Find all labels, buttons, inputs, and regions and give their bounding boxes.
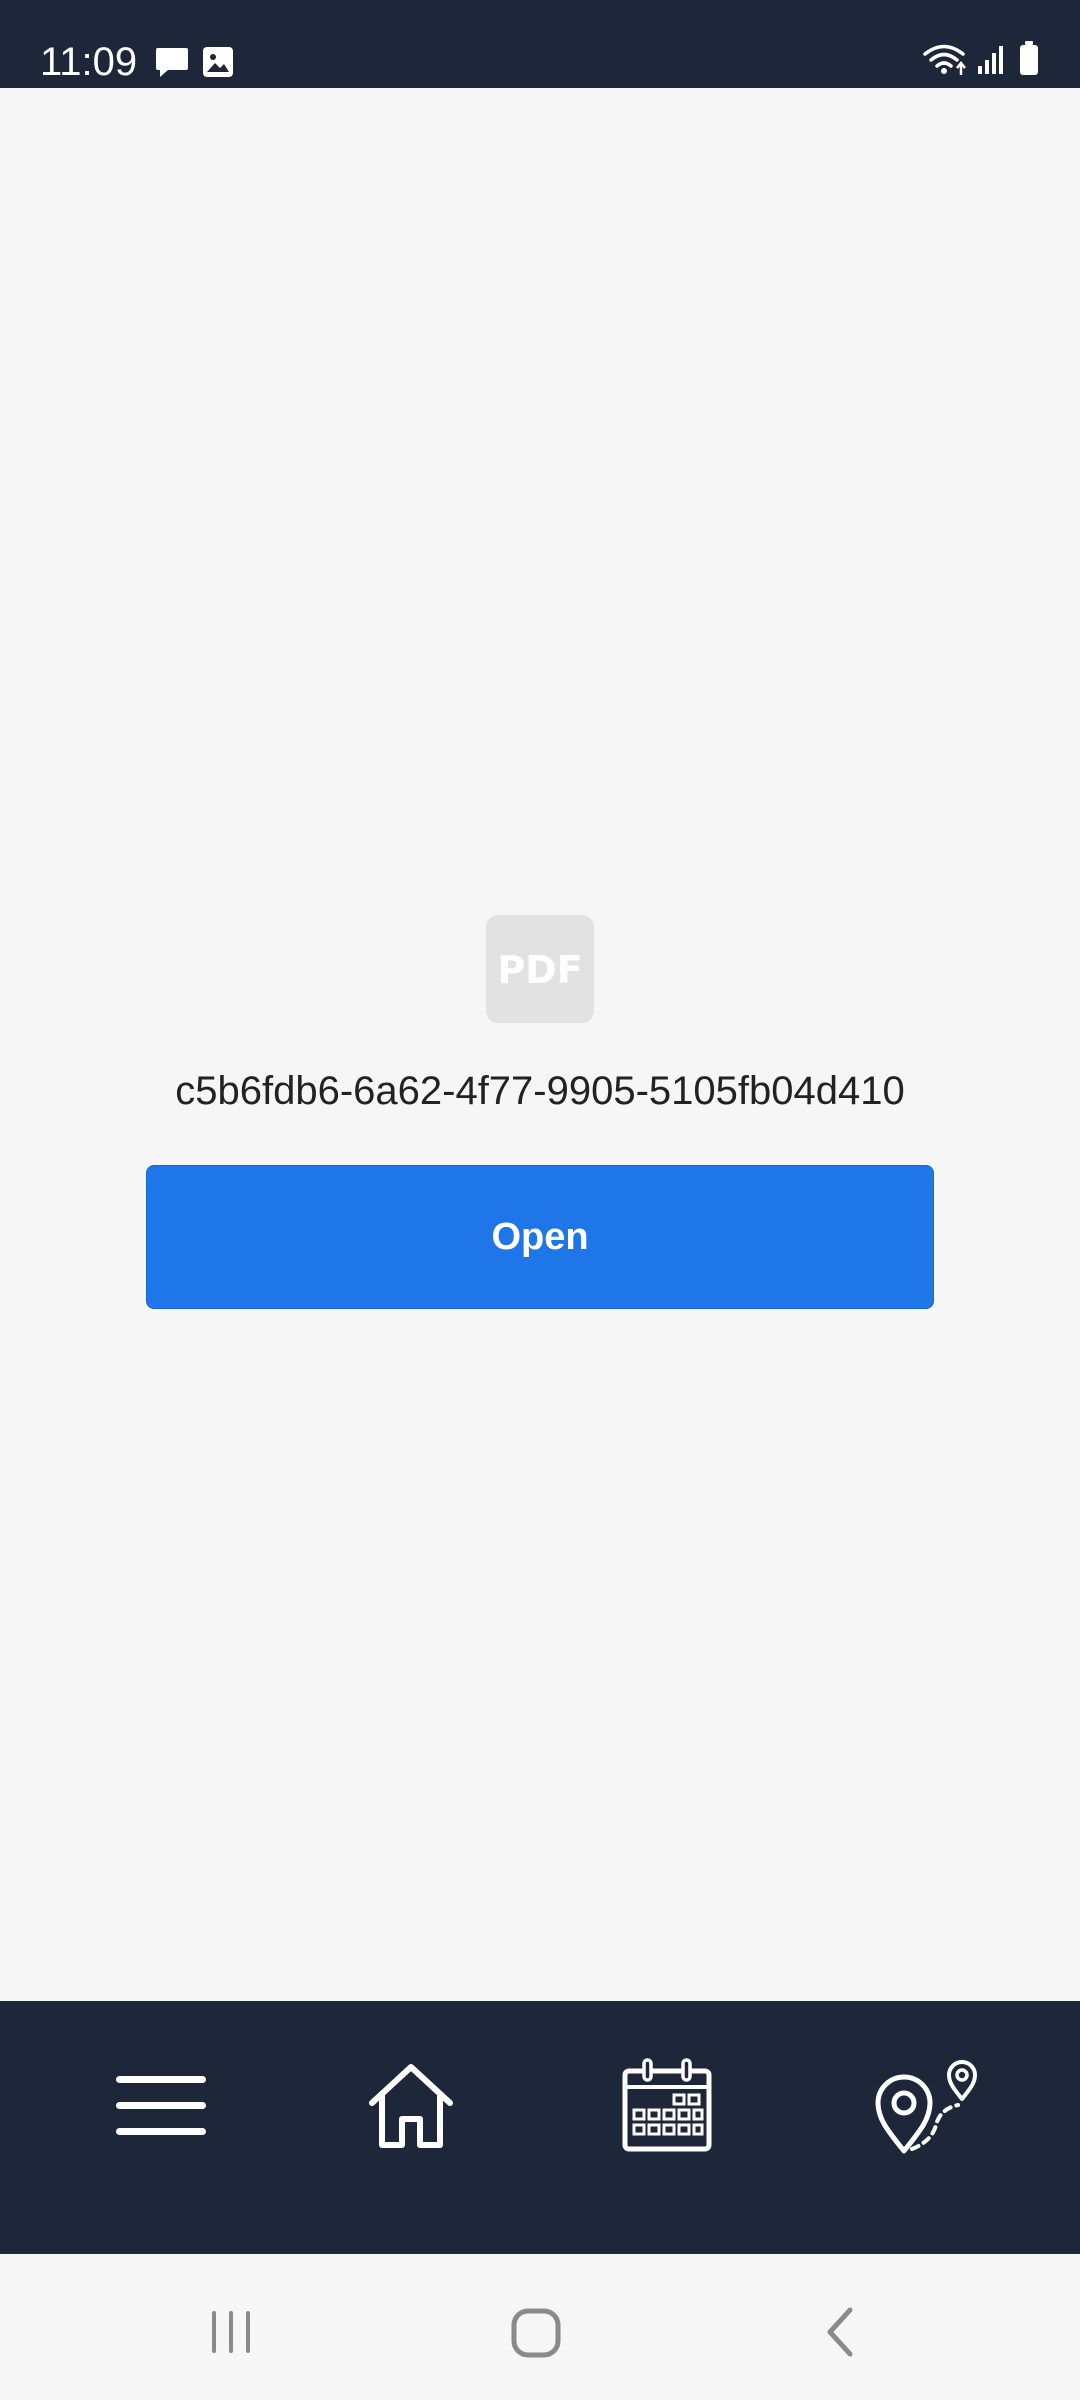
signal-icon bbox=[978, 46, 1003, 74]
file-name: c5b6fdb6-6a62-4f77-9905-5105fb04d410 bbox=[175, 1069, 905, 1113]
pdf-icon-label: PDF bbox=[497, 948, 582, 992]
system-navigation-bar bbox=[0, 2254, 1080, 2400]
bottom-navigation bbox=[0, 2001, 1080, 2254]
wifi-icon bbox=[923, 44, 966, 75]
route-map-icon[interactable] bbox=[874, 2055, 980, 2155]
recents-icon[interactable] bbox=[208, 2309, 254, 2355]
home-button-icon[interactable] bbox=[510, 2307, 562, 2359]
document-viewer: PDF c5b6fdb6-6a62-4f77-9905-5105fb04d410… bbox=[0, 88, 1080, 2001]
screen: 11:09 PDF c5b6fdb6-6a62-4f77-9905-5105fb… bbox=[0, 0, 1080, 2400]
battery-icon bbox=[1020, 41, 1038, 75]
message-icon bbox=[156, 48, 188, 77]
status-bar: 11:09 bbox=[0, 0, 1080, 88]
home-icon[interactable] bbox=[366, 2061, 456, 2151]
menu-icon[interactable] bbox=[114, 2071, 208, 2141]
back-icon[interactable] bbox=[822, 2306, 858, 2358]
pdf-file-icon: PDF bbox=[486, 915, 594, 1023]
image-icon bbox=[203, 47, 233, 77]
open-button[interactable]: Open bbox=[146, 1165, 934, 1309]
calendar-icon[interactable] bbox=[620, 2057, 714, 2153]
status-time: 11:09 bbox=[40, 40, 138, 84]
